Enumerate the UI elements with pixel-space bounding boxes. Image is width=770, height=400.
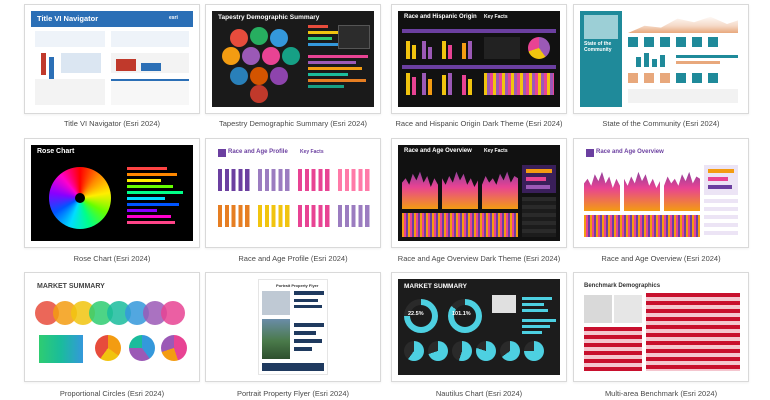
thumbnail-title: Title VI Navigator: [37, 14, 99, 23]
card-caption[interactable]: Title VI Navigator (Esri 2024): [24, 119, 200, 129]
thumbnail-title: MARKET SUMMARY: [404, 283, 467, 290]
thumbnail-race-age-overview: Race and Age Overview: [580, 145, 742, 241]
thumbnail-proportional-circles: MARKET SUMMARY: [31, 279, 193, 375]
thumbnail-race-age-profile: Race and Age Profile Key Facts: [212, 145, 374, 241]
card-caption[interactable]: Race and Age Overview Dark Theme (Esri 2…: [391, 254, 567, 264]
card-caption[interactable]: Race and Age Overview (Esri 2024): [573, 254, 749, 264]
card-caption[interactable]: Nautilus Chart (Esri 2024): [391, 389, 567, 399]
template-card-race-hispanic-dark[interactable]: Race and Hispanic Origin Key Facts: [391, 4, 567, 114]
template-card-race-age-profile[interactable]: Race and Age Profile Key Facts: [205, 138, 381, 248]
thumbnail-race-hispanic-dark: Race and Hispanic Origin Key Facts: [398, 11, 560, 107]
template-card-rose-chart[interactable]: Rose Chart: [24, 138, 200, 248]
card-caption[interactable]: Race and Hispanic Origin Dark Theme (Esr…: [391, 119, 567, 129]
card-caption[interactable]: Multi-area Benchmark (Esri 2024): [573, 389, 749, 399]
card-caption[interactable]: Race and Age Profile (Esri 2024): [205, 254, 381, 264]
thumbnail-title: MARKET SUMMARY: [37, 283, 105, 290]
thumbnail-title: Benchmark Demographics: [584, 283, 661, 289]
thumbnail-title: Race and Age Profile: [228, 149, 288, 155]
template-card-title-vi-navigator[interactable]: Title VI Navigator esri: [24, 4, 200, 114]
thumbnail-subtitle: Key Facts: [484, 14, 508, 20]
template-card-proportional-circles[interactable]: MARKET SUMMARY: [24, 272, 200, 382]
card-caption[interactable]: Portrait Property Flyer (Esri 2024): [205, 389, 381, 399]
template-card-tapestry-demographic-summary[interactable]: Tapestry Demographic Summary: [205, 4, 381, 114]
template-card-nautilus-chart[interactable]: MARKET SUMMARY 22.5% 101.1%: [391, 272, 567, 382]
thumbnail-portrait-property-flyer: Portrait Property Flyer: [212, 279, 374, 375]
thumbnail-nautilus-chart: MARKET SUMMARY 22.5% 101.1%: [398, 279, 560, 375]
thumbnail-title: Race and Hispanic Origin: [404, 14, 477, 20]
thumbnail-title: Portrait Property Flyer: [276, 283, 319, 288]
template-card-portrait-property-flyer[interactable]: Portrait Property Flyer: [205, 272, 381, 382]
card-caption[interactable]: State of the Community (Esri 2024): [573, 119, 749, 129]
template-card-multi-area-benchmark[interactable]: Benchmark Demographics: [573, 272, 749, 382]
esri-logo: esri: [169, 15, 178, 21]
thumbnail-title: Rose Chart: [37, 148, 75, 155]
thumbnail-tapestry: Tapestry Demographic Summary: [212, 11, 374, 107]
thumbnail-title: Race and Age Overview: [596, 149, 664, 155]
thumbnail-title-vi-navigator: Title VI Navigator esri: [31, 11, 193, 107]
thumbnail-rose-chart: Rose Chart: [31, 145, 193, 241]
thumbnail-state-community: State of the Community: [580, 11, 742, 107]
thumbnail-multi-area-benchmark: Benchmark Demographics: [580, 279, 742, 375]
thumbnail-title: Tapestry Demographic Summary: [218, 14, 320, 21]
thumbnail-race-age-overview-dark: Race and Age Overview Key Facts: [398, 145, 560, 241]
thumbnail-title: State of the Community: [584, 41, 612, 53]
thumbnail-subtitle: Key Facts: [300, 149, 324, 155]
template-card-race-age-overview-dark[interactable]: Race and Age Overview Key Facts: [391, 138, 567, 248]
nautilus-stat-1: 22.5%: [408, 311, 424, 317]
card-caption[interactable]: Rose Chart (Esri 2024): [24, 254, 200, 264]
nautilus-stat-2: 101.1%: [452, 311, 471, 317]
card-caption[interactable]: Tapestry Demographic Summary (Esri 2024): [205, 119, 381, 129]
card-caption[interactable]: Proportional Circles (Esri 2024): [24, 389, 200, 399]
template-card-state-of-community[interactable]: State of the Community: [573, 4, 749, 114]
template-card-race-age-overview[interactable]: Race and Age Overview: [573, 138, 749, 248]
thumbnail-title: Race and Age Overview: [404, 148, 472, 154]
thumbnail-subtitle: Key Facts: [484, 148, 508, 154]
